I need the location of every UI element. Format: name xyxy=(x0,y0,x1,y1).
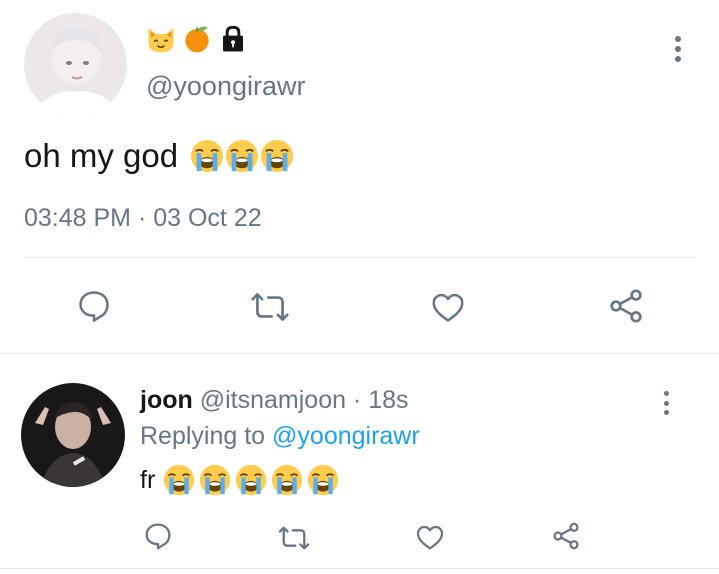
retweet-icon[interactable] xyxy=(248,287,292,327)
loudly-crying-face-icon xyxy=(190,139,224,173)
like-icon[interactable] xyxy=(413,520,447,554)
cat-face-icon xyxy=(148,28,174,53)
loudly-crying-face-icon xyxy=(307,464,339,496)
loudly-crying-face-icon xyxy=(235,464,267,496)
more-options-icon[interactable] xyxy=(655,389,677,417)
tweet-timestamp[interactable]: 03:48 PM · 03 Oct 22 xyxy=(24,204,262,233)
share-icon[interactable] xyxy=(605,286,647,326)
username-handle[interactable]: @itsnamjoon xyxy=(200,386,346,414)
tweet-time[interactable]: · 18s xyxy=(353,386,409,414)
lock-icon xyxy=(223,25,243,52)
loudly-crying-face-icon xyxy=(271,464,303,496)
loudly-crying-face-icon xyxy=(260,139,294,173)
loudly-crying-face-icon xyxy=(163,464,195,496)
divider xyxy=(24,257,696,258)
divider xyxy=(0,568,719,569)
loudly-crying-face-icon xyxy=(199,464,231,496)
reply-icon[interactable] xyxy=(141,519,175,553)
tweet-text: fr xyxy=(140,462,343,498)
display-name[interactable]: joon xyxy=(140,386,193,414)
replying-to-label: Replying to xyxy=(140,422,266,450)
tweet-text-content: oh my god xyxy=(24,137,179,174)
like-icon[interactable] xyxy=(428,287,468,327)
username-handle[interactable]: @yoongirawr xyxy=(146,71,305,102)
share-icon[interactable] xyxy=(549,519,583,553)
retweet-icon[interactable] xyxy=(275,521,313,555)
reply-header: joon @itsnamjoon · 18s xyxy=(140,386,409,415)
divider xyxy=(0,353,719,354)
replying-to-link[interactable]: @yoongirawr xyxy=(272,422,420,450)
replying-to: Replying to @yoongirawr xyxy=(140,422,420,451)
tweet-text-content: fr xyxy=(140,465,156,494)
tangerine-icon xyxy=(185,26,209,53)
avatar[interactable] xyxy=(21,383,125,487)
more-options-icon[interactable] xyxy=(666,32,690,66)
tweet-text: oh my god xyxy=(24,134,295,178)
reply-icon[interactable] xyxy=(74,286,114,326)
loudly-crying-face-icon xyxy=(225,139,259,173)
display-name-emojis xyxy=(146,22,248,56)
avatar[interactable] xyxy=(24,13,127,116)
